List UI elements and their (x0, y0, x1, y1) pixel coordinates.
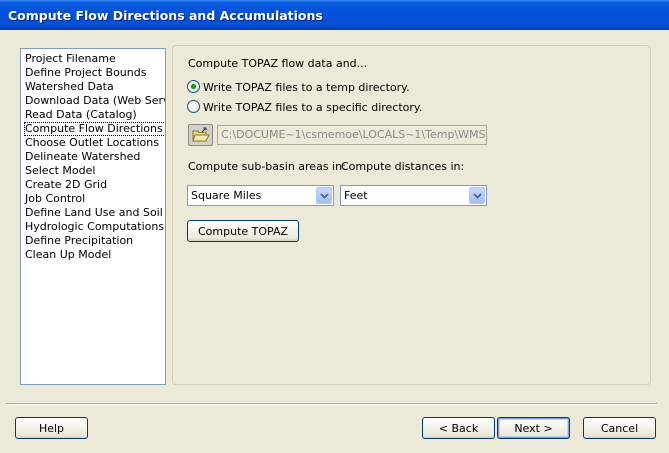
radio-specific-directory-label[interactable]: Write TOPAZ files to a specific director… (203, 101, 422, 114)
step-item-hydrologic-computations[interactable]: Hydrologic Computations (24, 220, 165, 234)
step-item-define-project-bounds[interactable]: Define Project Bounds (24, 66, 165, 80)
chevron-down-icon[interactable] (469, 187, 485, 204)
radio-temp-directory-label[interactable]: Write TOPAZ files to a temp directory. (203, 81, 410, 94)
wizard-step-list[interactable]: Project Filename Define Project Bounds W… (20, 48, 166, 385)
window-title: Compute Flow Directions and Accumulation… (8, 8, 323, 23)
footer-separator (6, 403, 657, 405)
distance-units-value: Feet (344, 189, 368, 202)
step-item-watershed-data[interactable]: Watershed Data (24, 80, 165, 94)
subbasin-units-dropdown[interactable]: Square Miles (187, 185, 334, 206)
distance-units-dropdown[interactable]: Feet (340, 185, 487, 206)
wizard-window: Compute Flow Directions and Accumulation… (0, 0, 669, 453)
cancel-button[interactable]: Cancel (583, 417, 656, 439)
help-button[interactable]: Help (15, 417, 88, 439)
radio-specific-directory[interactable] (187, 100, 200, 113)
browse-folder-button[interactable] (188, 124, 213, 146)
radio-temp-directory[interactable] (187, 80, 200, 93)
directory-path-field[interactable]: C:\DOCUME~1\csmemoe\LOCALS~1\Temp\WMS_3 (217, 125, 487, 145)
back-button[interactable]: < Back (422, 417, 495, 439)
step-item-clean-up-model[interactable]: Clean Up Model (24, 248, 165, 262)
step-item-job-control[interactable]: Job Control (24, 192, 165, 206)
step-item-project-filename[interactable]: Project Filename (24, 52, 165, 66)
step-item-select-model[interactable]: Select Model (24, 164, 165, 178)
step-item-define-land-use[interactable]: Define Land Use and Soil Dat (24, 206, 165, 220)
step-item-compute-flow-directions[interactable]: Compute Flow Directions and (24, 122, 165, 136)
title-bar[interactable]: Compute Flow Directions and Accumulation… (0, 0, 669, 30)
subbasin-units-value: Square Miles (191, 189, 262, 202)
options-panel (172, 45, 651, 385)
step-item-download-data[interactable]: Download Data (Web Service (24, 94, 165, 108)
next-button[interactable]: Next > (497, 417, 570, 439)
step-item-choose-outlet-locations[interactable]: Choose Outlet Locations (24, 136, 165, 150)
subbasin-units-label: Compute sub-basin areas in: (188, 160, 346, 173)
topaz-heading: Compute TOPAZ flow data and... (188, 57, 368, 70)
step-item-read-data[interactable]: Read Data (Catalog) (24, 108, 165, 122)
step-item-define-precipitation[interactable]: Define Precipitation (24, 234, 165, 248)
open-folder-icon (191, 127, 210, 142)
step-item-delineate-watershed[interactable]: Delineate Watershed (24, 150, 165, 164)
distance-units-label: Compute distances in: (341, 160, 465, 173)
compute-topaz-button[interactable]: Compute TOPAZ (187, 220, 299, 242)
step-item-create-2d-grid[interactable]: Create 2D Grid (24, 178, 165, 192)
chevron-down-icon[interactable] (316, 187, 332, 204)
